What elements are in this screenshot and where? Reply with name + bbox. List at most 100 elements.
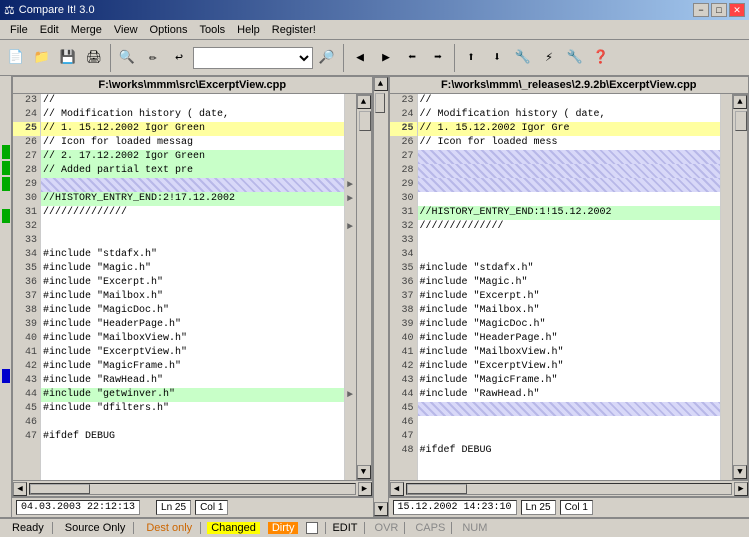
next-diff-button[interactable]: ▶	[374, 46, 398, 70]
chg-ind	[345, 416, 356, 430]
chg-ind	[721, 416, 732, 430]
edit-button[interactable]: ✏	[141, 46, 165, 70]
left-scroll-track[interactable]	[357, 109, 371, 465]
right-hscroll-thumb[interactable]	[407, 484, 467, 494]
chg-ind	[721, 444, 732, 458]
merge-up-button[interactable]: ⬆	[459, 46, 483, 70]
chg-ind	[345, 318, 356, 332]
code-line: // Icon for loaded messag	[41, 136, 344, 150]
info-button[interactable]: 🔧	[563, 46, 587, 70]
left-code-lines: //// Modification history ( date,// 1. 1…	[41, 94, 344, 480]
new-button[interactable]: 📄	[4, 46, 28, 70]
right-hscrollbar[interactable]: ◀ ▶	[390, 480, 749, 496]
find-button[interactable]: 🔍	[115, 46, 139, 70]
right-hscroll-track[interactable]	[406, 483, 733, 495]
undo-button[interactable]: ↩	[167, 46, 191, 70]
ind-13	[2, 289, 10, 303]
center-scroll-down[interactable]: ▼	[374, 502, 388, 516]
chg-ind	[721, 402, 732, 416]
sync-button[interactable]: ⚡	[537, 46, 561, 70]
right-hscroll-left[interactable]: ◀	[390, 482, 404, 496]
code-line: #include "RawHead.h"	[418, 388, 721, 402]
chg-ind	[721, 122, 732, 136]
titlebar-left: ⚖ Compare It! 3.0	[4, 3, 95, 17]
code-line: // Modification history ( date,	[418, 108, 721, 122]
chg-ind	[721, 374, 732, 388]
center-scroll-up[interactable]: ▲	[374, 77, 388, 91]
menu-merge[interactable]: Merge	[65, 22, 108, 38]
chg-ind	[721, 332, 732, 346]
merge-down-button[interactable]: ⬇	[485, 46, 509, 70]
menu-tools[interactable]: Tools	[193, 22, 231, 38]
code-line: //////////////	[41, 206, 344, 220]
ind-11	[2, 257, 10, 271]
num-label: NUM	[456, 522, 493, 534]
save-button[interactable]: 💾	[56, 46, 80, 70]
app-icon: ⚖	[4, 3, 15, 17]
left-panel-content[interactable]: 2324252627282930313233343536373839404142…	[13, 94, 372, 480]
right-scroll-track[interactable]	[733, 109, 747, 465]
center-scroll-thumb[interactable]	[375, 93, 385, 113]
open-button[interactable]: 📁	[30, 46, 54, 70]
left-scroll-thumb[interactable]	[359, 111, 371, 131]
menu-register[interactable]: Register!	[266, 22, 322, 38]
code-line: #ifdef DEBUG	[418, 444, 721, 458]
menu-file[interactable]: File	[4, 22, 34, 38]
code-line: #include "Excerpt.h"	[418, 290, 721, 304]
search-button[interactable]: 🔎	[315, 46, 339, 70]
print-button[interactable]: 🖨	[82, 46, 106, 70]
chg-ind	[345, 276, 356, 290]
left-panel-header: F:\works\mmm\src\ExcerptView.cpp	[13, 77, 372, 94]
copy-left-button[interactable]: ⬅	[400, 46, 424, 70]
menubar: File Edit Merge View Options Tools Help …	[0, 20, 749, 40]
code-line: #include "MagicFrame.h"	[41, 360, 344, 374]
filter-button[interactable]: 🔧	[511, 46, 535, 70]
left-hscroll-track[interactable]	[29, 483, 356, 495]
chg-ind	[721, 178, 732, 192]
right-panel-content[interactable]: 2324252627282930313233343536373839404142…	[390, 94, 749, 480]
right-hscroll-right[interactable]: ▶	[734, 482, 748, 496]
chg-ind: ►	[345, 178, 356, 192]
center-scroll-track[interactable]	[375, 91, 387, 502]
dest-only-label: Dest only	[138, 522, 201, 534]
code-line: #include "MagicDoc.h"	[418, 318, 721, 332]
dirty-checkbox[interactable]	[306, 522, 319, 534]
left-hscroll-left[interactable]: ◀	[13, 482, 27, 496]
right-scroll-thumb[interactable]	[735, 111, 747, 131]
ind-19	[2, 385, 10, 399]
code-line	[418, 178, 721, 192]
left-line-numbers: 2324252627282930313233343536373839404142…	[13, 94, 41, 480]
left-vscrollbar[interactable]: ▲ ▼	[356, 94, 372, 480]
chg-ind	[345, 164, 356, 178]
code-line: #include "stdafx.h"	[41, 248, 344, 262]
statusbar: Ready Source Only Dest only Changed Dirt…	[0, 517, 749, 537]
left-hscroll-thumb[interactable]	[30, 484, 90, 494]
close-button[interactable]: ✕	[729, 3, 745, 17]
help-button[interactable]: ❓	[589, 46, 613, 70]
menu-view[interactable]: View	[108, 22, 144, 38]
left-scroll-up[interactable]: ▲	[357, 95, 371, 109]
dirty-label: Dirty	[268, 522, 299, 534]
minimize-button[interactable]: −	[693, 3, 709, 17]
change-indicator-strip	[0, 76, 12, 517]
code-line: //HISTORY_ENTRY_END:2!17.12.2002	[41, 192, 344, 206]
center-scrollbar[interactable]: ▲ ▼	[373, 76, 389, 517]
left-hscrollbar[interactable]: ◀ ▶	[13, 480, 372, 496]
menu-options[interactable]: Options	[144, 22, 194, 38]
view-dropdown[interactable]	[193, 47, 313, 69]
chg-ind	[345, 206, 356, 220]
dirty-check-box[interactable]	[306, 522, 318, 534]
menu-help[interactable]: Help	[231, 22, 266, 38]
left-scroll-down[interactable]: ▼	[357, 465, 371, 479]
chg-ind	[721, 360, 732, 374]
prev-diff-button[interactable]: ◀	[348, 46, 372, 70]
left-hscroll-right[interactable]: ▶	[358, 482, 372, 496]
menu-edit[interactable]: Edit	[34, 22, 65, 38]
right-scroll-up[interactable]: ▲	[733, 95, 747, 109]
chg-ind	[345, 360, 356, 374]
code-line: #include "HeaderPage.h"	[41, 318, 344, 332]
maximize-button[interactable]: □	[711, 3, 727, 17]
right-vscrollbar[interactable]: ▲ ▼	[732, 94, 748, 480]
right-scroll-down[interactable]: ▼	[733, 465, 747, 479]
copy-right-button[interactable]: ➡	[426, 46, 450, 70]
